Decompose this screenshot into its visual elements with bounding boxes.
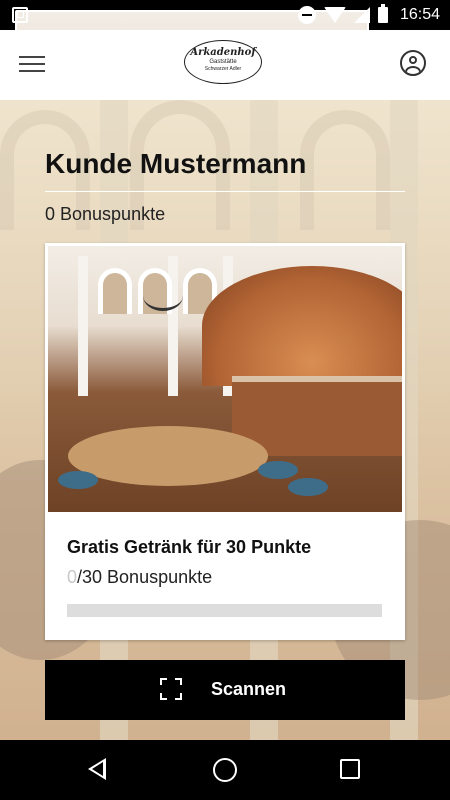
hamburger-menu-icon[interactable] <box>19 56 45 72</box>
recent-apps-square-icon[interactable] <box>340 759 360 779</box>
battery-icon <box>377 4 388 23</box>
status-time: 16:54 <box>399 6 440 23</box>
scan-button[interactable]: Scannen <box>45 660 405 720</box>
scan-frame-icon <box>160 678 182 700</box>
logo-name: Arkadenhof <box>190 47 256 58</box>
logo-line3: Schwarzer Adler <box>204 66 242 72</box>
user-profile-icon[interactable] <box>400 50 426 76</box>
divider <box>45 191 405 192</box>
brand-logo: Arkadenhof Gaststätte Schwarzer Adler <box>184 40 262 84</box>
home-circle-icon[interactable] <box>213 758 237 782</box>
reward-card[interactable]: Gratis Getränk für 30 Punkte 0/30 Bonusp… <box>45 243 405 640</box>
signal-icon: R <box>353 7 370 23</box>
bonus-points: 0 Bonuspunkte <box>45 204 166 224</box>
logo-line2: Gaststätte <box>209 59 237 65</box>
wifi-icon <box>323 7 346 23</box>
system-nav-bar <box>0 740 450 800</box>
do-not-disturb-icon <box>297 6 316 24</box>
status-bar: R 16:54 <box>0 0 450 276</box>
reward-progress-text: 0/30 Bonuspunkte <box>67 567 212 588</box>
reward-total: /30 Bonuspunkte <box>77 567 213 587</box>
reward-current-points: 0 <box>67 567 78 587</box>
back-triangle-icon[interactable] <box>88 758 106 780</box>
customer-name: Kunde Mustermann <box>45 148 307 179</box>
app-header: Arkadenhof Gaststätte Schwarzer Adler <box>0 30 450 100</box>
reward-progress-bar <box>67 604 382 617</box>
reward-photo <box>48 246 402 512</box>
reward-title: Gratis Getränk für 30 Punkte <box>67 537 312 557</box>
scan-button-label: Scannen <box>211 679 287 699</box>
cast-icon <box>12 7 28 23</box>
